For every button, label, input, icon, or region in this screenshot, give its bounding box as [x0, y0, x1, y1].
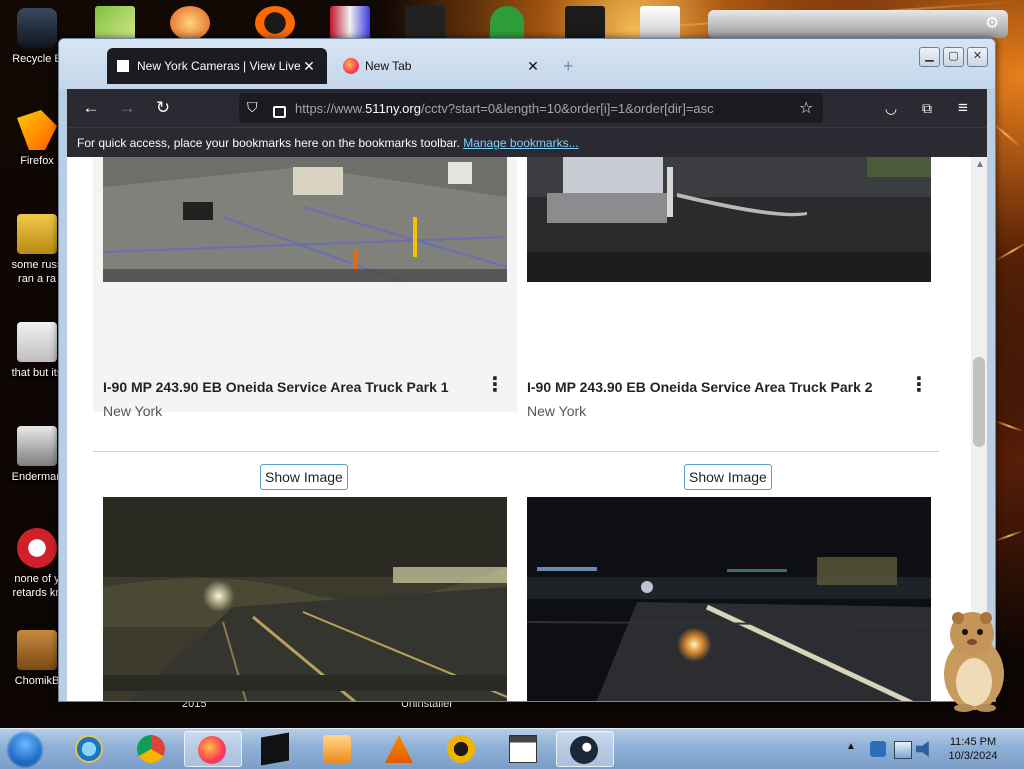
camera-region: New York [103, 403, 163, 419]
firefox-icon [343, 58, 359, 74]
firefox-icon [17, 110, 57, 150]
desktop-app-icon[interactable] [95, 6, 135, 40]
firefox-icon [198, 736, 226, 764]
url-text[interactable]: https://www.511ny.org/cctv?start=0&lengt… [295, 101, 714, 116]
row-divider [93, 451, 939, 452]
navigation-toolbar: ← → ↻ ⛉ https://www.511ny.org/cctv?start… [67, 89, 987, 127]
desktop-app-icon[interactable] [170, 6, 210, 40]
close-window-button[interactable]: ✕ [967, 47, 988, 67]
taskbar-app[interactable] [248, 731, 300, 767]
manage-bookmarks-link[interactable]: Manage bookmarks... [463, 136, 578, 150]
camera-title[interactable]: I-90 MP 243.90 EB Oneida Service Area Tr… [527, 379, 873, 395]
camera-feed-image[interactable] [527, 157, 931, 282]
close-icon[interactable]: ✕ [525, 58, 541, 75]
show-image-button[interactable]: Show Image [684, 464, 772, 490]
taskbar-internet-explorer[interactable] [62, 731, 114, 767]
vlc-icon [385, 735, 413, 763]
back-button[interactable]: ← [79, 96, 103, 120]
desktop-app-icon[interactable] [565, 6, 605, 40]
camera-feed-image[interactable] [103, 497, 507, 701]
camera-feed-image[interactable] [103, 157, 507, 282]
taskbar-chrome[interactable] [124, 731, 176, 767]
media-player-icon [323, 735, 351, 763]
scrollbar-thumb[interactable] [973, 357, 985, 447]
title-bar: New York Cameras | View Live I ✕ New Tab… [59, 39, 995, 89]
hamster-desktop-pet[interactable] [924, 604, 1020, 714]
camera-options-button[interactable]: ⋮ [909, 375, 929, 395]
steam-icon [570, 736, 598, 764]
close-icon[interactable]: ✕ [301, 58, 317, 75]
calendar-321-icon [509, 735, 537, 763]
taskbar-steam[interactable] [556, 731, 614, 767]
desktop-app-icon[interactable] [330, 6, 370, 40]
desktop-app-icon[interactable] [640, 6, 680, 40]
desktop-app-icon[interactable] [255, 6, 295, 40]
taskbar-app[interactable] [434, 731, 486, 767]
image-icon [17, 528, 57, 568]
taskbar: ▲ 11:45 PM 10/3/2024 [0, 728, 1024, 769]
chrome-icon [137, 735, 165, 763]
recycle-bin-icon [17, 8, 57, 48]
shield-icon[interactable]: ⛉ [247, 99, 258, 116]
desktop-app-icon[interactable] [405, 6, 445, 40]
new-tab-button[interactable]: + [563, 56, 574, 77]
internet-explorer-icon [75, 735, 103, 763]
triangle-app-icon [447, 735, 475, 763]
url-prefix: https://www. [295, 101, 366, 116]
tab-new-tab[interactable]: New Tab ✕ [335, 48, 551, 84]
camera-title[interactable]: I-90 MP 243.90 EB Oneida Service Area Tr… [103, 379, 449, 395]
reload-button[interactable]: ↻ [151, 96, 175, 120]
tab-new-york-cameras[interactable]: New York Cameras | View Live I ✕ [107, 48, 327, 84]
tray-app-icon[interactable] [870, 741, 886, 757]
tab-title: New Tab [365, 59, 412, 73]
clock-date: 10/3/2024 [948, 750, 998, 762]
extensions-icon[interactable]: ⧉ [915, 96, 939, 120]
maximize-button[interactable]: ▢ [943, 47, 964, 67]
camera-options-button[interactable]: ⋮ [485, 375, 505, 395]
lock-icon[interactable] [273, 106, 286, 118]
taskbar-calendar-app[interactable] [496, 731, 548, 767]
clock-time: 11:45 PM [949, 736, 997, 748]
window-icon [17, 426, 57, 466]
desktop-app-icon[interactable] [490, 6, 524, 40]
url-bar[interactable]: ⛉ https://www.511ny.org/cctv?start=0&len… [239, 93, 823, 123]
taskbar-vlc[interactable] [372, 731, 424, 767]
url-domain: 511ny.org [365, 101, 421, 116]
camera-feed-image[interactable] [527, 497, 931, 701]
network-icon[interactable] [894, 741, 912, 759]
bookmark-star-icon[interactable]: ☆ [799, 98, 813, 118]
camera-region: New York [527, 403, 587, 419]
start-button[interactable] [6, 731, 44, 769]
browser-window: New York Cameras | View Live I ✕ New Tab… [58, 38, 996, 702]
minimize-button[interactable]: ▁ [919, 47, 940, 67]
bookmarks-hint: For quick access, place your bookmarks h… [77, 136, 579, 150]
desktop-gadget[interactable] [708, 10, 1008, 38]
black-box-icon [261, 732, 289, 766]
pocket-icon[interactable]: ◡ [879, 96, 903, 120]
taskbar-firefox[interactable] [184, 731, 242, 767]
bookmarks-message: For quick access, place your bookmarks h… [77, 136, 460, 150]
forward-button[interactable]: → [115, 96, 139, 120]
taskbar-media-player[interactable] [310, 731, 362, 767]
gear-icon[interactable]: ⚙ [985, 13, 999, 33]
url-path: /cctv?start=0&length=10&order[i]=1&order… [420, 101, 714, 116]
file-icon [17, 214, 57, 254]
tab-title: New York Cameras | View Live I [137, 59, 301, 73]
show-hidden-icons-button[interactable]: ▲ [846, 741, 856, 752]
show-image-button[interactable]: Show Image [260, 464, 348, 490]
menu-icon[interactable]: ≡ [951, 96, 975, 120]
scroll-up-icon[interactable]: ▲ [975, 159, 985, 170]
bookmarks-toolbar: For quick access, place your bookmarks h… [67, 127, 987, 158]
511ny-favicon-icon [115, 58, 131, 74]
system-clock[interactable]: 11:45 PM 10/3/2024 [930, 735, 1016, 763]
hamster-icon [17, 630, 57, 670]
document-icon [17, 322, 57, 362]
page-content: I-90 MP 243.90 EB Oneida Service Area Tr… [67, 157, 971, 701]
